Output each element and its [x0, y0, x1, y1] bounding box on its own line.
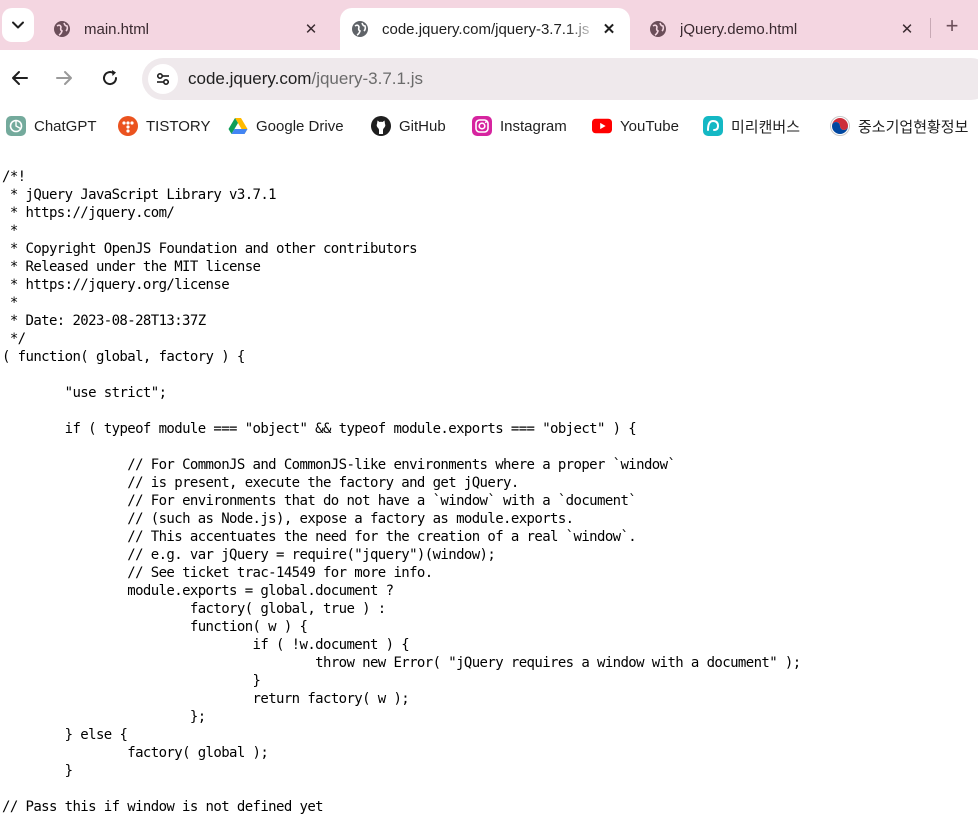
tab-title: jQuery.demo.html [680, 20, 798, 38]
code-line: }; [2, 709, 206, 725]
bookmark-chatgpt[interactable]: ChatGPT [6, 114, 97, 138]
close-icon[interactable]: ✕ [598, 18, 620, 40]
code-line: /*! [2, 169, 26, 185]
code-line: module.exports = global.document ? [2, 583, 394, 599]
code-line: if ( typeof module === "object" && typeo… [2, 421, 637, 437]
forward-button[interactable] [50, 64, 78, 92]
bookmark-tistory[interactable]: TISTORY [118, 114, 210, 138]
globe-icon [648, 19, 668, 39]
code-line: * [2, 223, 18, 239]
google-drive-icon [228, 116, 248, 136]
tistory-icon [118, 116, 138, 136]
bookmark-label: TISTORY [146, 117, 211, 135]
globe-icon [52, 19, 72, 39]
bookmarks-bar: ChatGPT TISTORY Google Drive GitHub Inst… [0, 106, 978, 146]
code-line: // Pass this if window is not defined ye… [2, 799, 324, 815]
code-line: */ [2, 331, 26, 347]
code-line: // is present, execute the factory and g… [2, 475, 519, 491]
instagram-icon [472, 116, 492, 136]
code-line: * https://jquery.com/ [2, 205, 175, 221]
url-text[interactable]: code.jquery.com/jquery-3.7.1.js [188, 69, 423, 89]
code-line: // (such as Node.js), expose a factory a… [2, 511, 574, 527]
tab-title: main.html [84, 20, 150, 38]
bookmark-github[interactable]: GitHub [371, 114, 446, 138]
code-line: * jQuery JavaScript Library v3.7.1 [2, 187, 277, 203]
code-line: "use strict"; [2, 385, 167, 401]
reload-icon [103, 70, 118, 86]
code-line: if ( !w.document ) { [2, 637, 410, 653]
address-bar[interactable]: code.jquery.com/jquery-3.7.1.js [142, 58, 978, 100]
bookmark-label: ChatGPT [34, 117, 97, 135]
code-line: // For environments that do not have a `… [2, 493, 637, 509]
chevron-down-icon [12, 21, 24, 29]
bookmark-sme-info[interactable]: 중소기업현황정보 [830, 114, 968, 138]
miricanvas-icon [703, 116, 723, 136]
close-icon[interactable]: ✕ [896, 18, 918, 40]
code-line: return factory( w ); [2, 691, 410, 707]
code-line: * https://jquery.org/license [2, 277, 230, 293]
code-line: // See ticket trac-14549 for more info. [2, 565, 433, 581]
globe-icon [350, 19, 370, 39]
bookmark-miricanvas[interactable]: 미리캔버스 [703, 114, 800, 138]
reload-button[interactable] [96, 64, 124, 92]
code-line: * [2, 295, 18, 311]
source-code-view: /*! * jQuery JavaScript Library v3.7.1 *… [2, 168, 978, 818]
tab-main-html[interactable]: main.html ✕ [42, 8, 332, 50]
github-icon [371, 116, 391, 136]
youtube-icon [592, 116, 612, 136]
tab-jquery-demo[interactable]: jQuery.demo.html ✕ [638, 8, 928, 50]
code-line: } else { [2, 727, 128, 743]
url-host: code.jquery.com [188, 69, 312, 88]
tab-strip: main.html ✕ code.jquery.com/jquery-3.7.1… [0, 0, 978, 50]
code-line: // For CommonJS and CommonJS-like enviro… [2, 457, 676, 473]
code-line: } [2, 763, 73, 779]
code-line: * Copyright OpenJS Foundation and other … [2, 241, 418, 257]
tune-icon [156, 72, 170, 86]
korea-emblem-icon [830, 116, 850, 136]
bookmark-instagram[interactable]: Instagram [472, 114, 567, 138]
code-line: // This accentuates the need for the cre… [2, 529, 637, 545]
site-info-button[interactable] [148, 64, 178, 94]
bookmark-label: 중소기업현황정보 [858, 118, 969, 136]
tab-title: code.jquery.com/jquery-3.7.1.js [382, 20, 590, 38]
bookmark-label: 미리캔버스 [731, 118, 801, 136]
bookmark-youtube[interactable]: YouTube [592, 114, 679, 138]
bookmark-label: YouTube [620, 117, 679, 135]
tab-jquery-js[interactable]: code.jquery.com/jquery-3.7.1.js ✕ [340, 8, 630, 50]
bookmark-label: Instagram [500, 117, 567, 135]
code-line: * Date: 2023-08-28T13:37Z [2, 313, 206, 329]
bookmark-google-drive[interactable]: Google Drive [228, 114, 344, 138]
code-line: ( function( global, factory ) { [2, 349, 245, 365]
code-line: throw new Error( "jQuery requires a wind… [2, 655, 801, 671]
toolbar: code.jquery.com/jquery-3.7.1.js [0, 50, 978, 106]
url-path: /jquery-3.7.1.js [311, 69, 423, 88]
code-line: * Released under the MIT license [2, 259, 261, 275]
new-tab-button[interactable]: + [938, 12, 966, 40]
tab-search-button[interactable] [2, 8, 34, 42]
bookmark-label: Google Drive [256, 117, 344, 135]
back-button[interactable] [6, 64, 34, 92]
code-line: factory( global, true ) : [2, 601, 386, 617]
arrow-left-icon [12, 71, 28, 85]
code-line: factory( global ); [2, 745, 269, 761]
code-line: } [2, 673, 261, 689]
code-line: function( w ) { [2, 619, 308, 635]
close-icon[interactable]: ✕ [300, 18, 322, 40]
bookmark-label: GitHub [399, 117, 446, 135]
chatgpt-icon [6, 116, 26, 136]
arrow-right-icon [56, 71, 72, 85]
code-line: // e.g. var jQuery = require("jquery")(w… [2, 547, 496, 563]
tab-separator [930, 18, 931, 38]
